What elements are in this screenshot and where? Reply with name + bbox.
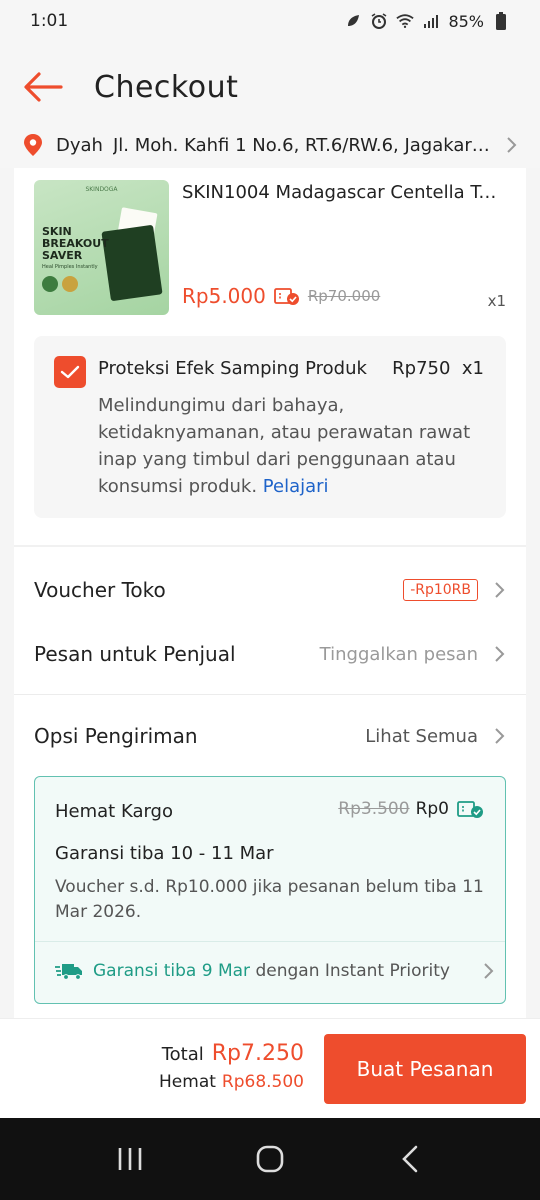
chevron-right-icon bbox=[495, 582, 505, 598]
back-nav-button[interactable] bbox=[390, 1139, 430, 1179]
wifi-icon bbox=[396, 12, 415, 30]
shipping-voucher-verified-icon bbox=[457, 801, 483, 818]
chevron-right-icon bbox=[484, 963, 494, 979]
learn-more-link[interactable]: Pelajari bbox=[263, 476, 329, 497]
place-order-button[interactable]: Buat Pesanan bbox=[324, 1034, 526, 1104]
protection-description: Melindungimu dari bahaya, ketidaknyamana… bbox=[98, 392, 488, 500]
recent-apps-button[interactable] bbox=[110, 1139, 150, 1179]
shop-voucher-badge: -Rp10RB bbox=[403, 579, 478, 601]
shipping-voucher-note: Voucher s.d. Rp10.000 jika pesanan belum… bbox=[55, 877, 484, 922]
status-time: 1:01 bbox=[30, 11, 69, 31]
shipping-price: Rp0 bbox=[415, 799, 449, 819]
status-bar: 1:01 85% bbox=[0, 0, 540, 42]
seller-message-label: Pesan untuk Penjual bbox=[34, 642, 236, 666]
chevron-right-icon bbox=[495, 728, 505, 744]
checkout-content[interactable]: SKINDOGA SKIN BREAKOUT SAVER Heal Pimple… bbox=[14, 168, 526, 1018]
order-totals: Total Rp7.250 Hemat Rp68.500 bbox=[159, 1041, 304, 1092]
protection-box: Proteksi Efek Samping Produk Rp750 x1 Me… bbox=[34, 336, 506, 518]
seller-message-input[interactable]: Tinggalkan pesan bbox=[320, 644, 478, 665]
battery-icon bbox=[492, 12, 510, 30]
seller-message-row[interactable]: Pesan untuk Penjual Tinggalkan pesan bbox=[34, 624, 506, 684]
address-row[interactable]: Dyah Jl. Moh. Kahfi 1 No.6, RT.6/RW.6, J… bbox=[0, 122, 540, 168]
system-nav-bar bbox=[0, 1118, 540, 1200]
shipping-original-price: Rp3.500 bbox=[338, 799, 410, 819]
protection-checkbox[interactable] bbox=[54, 356, 86, 388]
chevron-right-icon bbox=[495, 646, 505, 662]
location-pin-icon bbox=[24, 134, 42, 156]
app-header: Checkout bbox=[0, 42, 540, 132]
instant-priority-rest: dengan Instant Priority bbox=[250, 961, 450, 981]
section-divider bbox=[14, 694, 526, 695]
product-image-brand: SKINDOGA bbox=[85, 186, 118, 193]
savings-line: Hemat Rp68.500 bbox=[159, 1072, 304, 1092]
instant-priority-text: Garansi tiba 9 Mar dengan Instant Priori… bbox=[93, 961, 467, 981]
shop-voucher-row[interactable]: Voucher Toko -Rp10RB bbox=[34, 560, 506, 620]
product-name: SKIN1004 Madagascar Centella Tea-Trica B… bbox=[182, 182, 502, 203]
total-line: Total Rp7.250 bbox=[159, 1041, 304, 1066]
shipping-option-name: Hemat Kargo bbox=[55, 801, 173, 822]
shipping-option-card[interactable]: Hemat Kargo Rp3.500 Rp0 Garansi tiba 10 … bbox=[34, 776, 506, 1004]
total-value: Rp7.250 bbox=[211, 1041, 304, 1066]
page-title: Checkout bbox=[94, 69, 239, 105]
shipping-option-price: Rp3.500 Rp0 bbox=[338, 799, 485, 819]
product-price-row: Rp5.000 Rp70.000 bbox=[182, 284, 380, 308]
protection-price-value: Rp750 bbox=[392, 358, 451, 379]
back-button[interactable] bbox=[22, 66, 64, 108]
chevron-right-icon bbox=[507, 137, 517, 153]
see-all-link[interactable]: Lihat Semua bbox=[365, 726, 478, 747]
protection-price: Rp750 x1 bbox=[392, 358, 484, 379]
protection-title: Proteksi Efek Samping Produk bbox=[98, 358, 367, 379]
checkout-bottom-bar: Total Rp7.250 Hemat Rp68.500 Buat Pesana… bbox=[0, 1018, 540, 1118]
instant-priority-highlight: Garansi tiba 9 Mar bbox=[93, 961, 251, 981]
signal-icon bbox=[422, 12, 440, 30]
voucher-verified-icon bbox=[273, 288, 299, 305]
home-button[interactable] bbox=[250, 1139, 290, 1179]
checkmark-icon bbox=[60, 365, 80, 379]
back-chevron-icon bbox=[402, 1145, 418, 1173]
home-icon bbox=[256, 1145, 284, 1173]
product-item[interactable]: SKINDOGA SKIN BREAKOUT SAVER Heal Pimple… bbox=[34, 180, 506, 316]
product-quantity: x1 bbox=[487, 292, 506, 310]
battery-percentage: 85% bbox=[448, 11, 484, 31]
product-image-subtitle: Heal Pimples Instantly bbox=[42, 264, 98, 270]
shipping-options-row[interactable]: Opsi Pengiriman Lihat Semua bbox=[34, 706, 506, 766]
shipping-guarantee: Garansi tiba 10 - 11 Mar bbox=[55, 843, 274, 864]
instant-priority-row[interactable]: Garansi tiba 9 Mar dengan Instant Priori… bbox=[55, 955, 495, 987]
product-image-seal bbox=[42, 276, 58, 292]
address-name: Dyah bbox=[56, 134, 103, 156]
savings-value: Rp68.500 bbox=[221, 1072, 304, 1092]
product-original-price: Rp70.000 bbox=[307, 287, 381, 305]
protection-qty: x1 bbox=[461, 358, 484, 379]
recent-apps-icon bbox=[118, 1148, 142, 1170]
leaf-icon bbox=[344, 12, 362, 30]
product-price: Rp5.000 bbox=[182, 284, 266, 308]
status-icons: 85% bbox=[344, 12, 510, 31]
product-image: SKINDOGA SKIN BREAKOUT SAVER Heal Pimple… bbox=[34, 180, 169, 315]
product-image-seal bbox=[62, 276, 78, 292]
shipping-options-label: Opsi Pengiriman bbox=[34, 724, 198, 748]
savings-label: Hemat bbox=[159, 1072, 216, 1092]
section-divider bbox=[14, 545, 526, 547]
shipping-divider bbox=[35, 941, 505, 942]
product-image-title: SKIN BREAKOUT SAVER bbox=[42, 225, 109, 262]
alarm-icon bbox=[370, 12, 388, 30]
fast-truck-icon bbox=[55, 964, 82, 980]
arrow-left-icon bbox=[24, 72, 63, 102]
address-text: Jl. Moh. Kahfi 1 No.6, RT.6/RW.6, Jagaka… bbox=[112, 134, 490, 156]
total-label: Total bbox=[161, 1044, 204, 1065]
shop-voucher-label: Voucher Toko bbox=[34, 578, 166, 602]
